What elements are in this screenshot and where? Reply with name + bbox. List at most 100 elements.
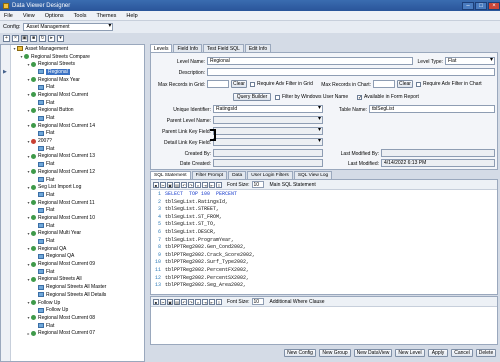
filter-user-checkbox[interactable]: Filter by Windows User Name bbox=[275, 94, 348, 100]
sql-code[interactable]: 1 SELECT TOP 100 PERCENT 2 tblSegList.Ratin… bbox=[151, 191, 497, 295]
menu-help[interactable]: Help bbox=[126, 13, 137, 19]
maximize-button[interactable]: □ bbox=[475, 1, 487, 10]
minimize-button[interactable]: – bbox=[462, 1, 474, 10]
tree-node[interactable]: ▾ Regional Streets bbox=[12, 60, 144, 68]
tree-node[interactable]: ▾ Regional Button bbox=[12, 107, 144, 115]
copy-icon[interactable]: ▣ bbox=[21, 35, 28, 42]
tree-node[interactable]: ▾ Regional Most Current 10 bbox=[12, 214, 144, 222]
tree-node[interactable]: Flat bbox=[12, 191, 144, 199]
font-size-select[interactable]: 10 bbox=[251, 298, 264, 305]
tree-node[interactable]: Flat bbox=[12, 237, 144, 245]
comment-icon[interactable]: ≡ bbox=[216, 181, 222, 188]
tree-node[interactable]: Flat bbox=[12, 322, 144, 330]
tree-node[interactable]: Follow Up bbox=[12, 306, 144, 314]
redo-icon[interactable]: ↷ bbox=[188, 298, 194, 305]
tree-node[interactable]: ▾ Regional Most Current 11 bbox=[12, 199, 144, 207]
unique-id-select[interactable]: RatingsId bbox=[213, 105, 323, 113]
tree-node[interactable]: ▾ Regional QA bbox=[12, 245, 144, 253]
close-button[interactable]: × bbox=[488, 1, 500, 10]
paste-icon[interactable]: ▤ bbox=[174, 298, 180, 305]
tree-node[interactable]: Flat bbox=[12, 206, 144, 214]
tree-node[interactable]: ▾ Regional Most Current bbox=[12, 91, 144, 99]
new-group-button[interactable]: New Group bbox=[319, 349, 351, 357]
tree-node[interactable]: ▾ Regional Most Current 12 bbox=[12, 168, 144, 176]
new-config-button[interactable]: New Config bbox=[284, 349, 316, 357]
outdent-icon[interactable]: ⇤ bbox=[209, 298, 215, 305]
delete-button[interactable]: Delete bbox=[476, 349, 496, 357]
tree-node[interactable]: Flat bbox=[12, 176, 144, 184]
tab-test-field-sql[interactable]: Test Field SQL bbox=[203, 44, 244, 52]
collapse-icon[interactable]: ▾ bbox=[57, 35, 64, 42]
menu-themes[interactable]: Themes bbox=[97, 13, 117, 19]
tab-filter-prompt[interactable]: Filter Prompt bbox=[191, 171, 228, 179]
tree-node[interactable]: Flat bbox=[12, 160, 144, 168]
tree-node[interactable]: ▾ Regional Streets All bbox=[12, 276, 144, 284]
tree-node[interactable]: Flat bbox=[12, 114, 144, 122]
tab-edit-info[interactable]: Edit Info bbox=[244, 44, 272, 52]
require-filter-chart-checkbox[interactable]: Require Adv Filter in Chart bbox=[416, 81, 482, 87]
menu-file[interactable]: File bbox=[4, 13, 13, 19]
tab-levels[interactable]: Levels bbox=[150, 44, 173, 52]
menu-tools[interactable]: Tools bbox=[74, 13, 87, 19]
new-dataview-button[interactable]: New DataView bbox=[354, 349, 392, 357]
apply-button[interactable]: Apply bbox=[428, 349, 448, 357]
parent-level-select[interactable] bbox=[213, 116, 323, 124]
detail-link-select[interactable] bbox=[213, 138, 323, 146]
max-chart-input[interactable] bbox=[373, 80, 395, 88]
tree-node[interactable]: ▾ Follow Up bbox=[12, 299, 144, 307]
tab-field-info[interactable]: Field Info bbox=[173, 44, 203, 52]
cancel-button[interactable]: Cancel bbox=[451, 349, 473, 357]
undo-icon[interactable]: ↶ bbox=[181, 181, 187, 188]
save-icon[interactable]: ■ bbox=[153, 298, 159, 305]
tree-node[interactable]: ▾ Regional Most Current 09 bbox=[12, 260, 144, 268]
tab-sql-statement[interactable]: SQL Statement bbox=[150, 171, 191, 179]
tree-node[interactable]: Flat bbox=[12, 83, 144, 91]
tree-node[interactable]: Regional Streets All Master bbox=[12, 283, 144, 291]
tree-node[interactable]: ▾ Regional Multi Year bbox=[12, 230, 144, 238]
description-input[interactable] bbox=[207, 68, 495, 76]
clear-chart-button[interactable]: Clear bbox=[397, 80, 413, 88]
refresh-icon[interactable]: ↻ bbox=[39, 35, 46, 42]
paste-icon[interactable]: ▤ bbox=[174, 181, 180, 188]
indent-icon[interactable]: ⇥ bbox=[202, 181, 208, 188]
tree-node[interactable]: Flat bbox=[12, 99, 144, 107]
tree-node[interactable]: ▾ Regional Most Current 13 bbox=[12, 153, 144, 161]
tree-node[interactable]: Flat bbox=[12, 222, 144, 230]
parent-link-select[interactable] bbox=[213, 127, 323, 135]
outdent-icon[interactable]: ⇤ bbox=[209, 181, 215, 188]
tree-node[interactable]: Regional QA bbox=[12, 253, 144, 261]
tree-node[interactable]: Flat bbox=[12, 268, 144, 276]
delete-icon[interactable]: × bbox=[12, 35, 19, 42]
save-icon[interactable]: ■ bbox=[153, 181, 159, 188]
tree-node[interactable]: Flat bbox=[12, 130, 144, 138]
tree-node[interactable]: ▾ Regional Most Current 08 bbox=[12, 314, 144, 322]
new-level-button[interactable]: New Level bbox=[395, 349, 425, 357]
font-size-select[interactable]: 10 bbox=[251, 181, 264, 188]
menu-view[interactable]: View bbox=[23, 13, 35, 19]
tree-node[interactable]: Regional Streets All Details bbox=[12, 291, 144, 299]
find-icon[interactable]: ⌕ bbox=[195, 181, 201, 188]
undo-icon[interactable]: ↶ bbox=[181, 298, 187, 305]
level-name-input[interactable]: Regional bbox=[207, 57, 413, 65]
comment-icon[interactable]: ≡ bbox=[216, 298, 222, 305]
form-report-checkbox[interactable]: ✓ Available in Form Report bbox=[357, 94, 419, 100]
tab-user-login-filters[interactable]: User Login Filters bbox=[247, 171, 293, 179]
indent-icon[interactable]: ⇥ bbox=[202, 298, 208, 305]
save-icon[interactable]: ■ bbox=[30, 35, 37, 42]
clear-grid-button[interactable]: Clear bbox=[231, 80, 247, 88]
require-filter-grid-checkbox[interactable]: Require Adv Filter in Grid bbox=[250, 81, 313, 87]
level-type-select[interactable]: Flat bbox=[445, 57, 495, 65]
tree-node[interactable]: ▾ Seg List Import Log bbox=[12, 183, 144, 191]
tree-node[interactable]: ▾ Regional Most Current 14 bbox=[12, 122, 144, 130]
cut-icon[interactable]: ✂ bbox=[160, 181, 166, 188]
query-builder-button[interactable]: Query Builder bbox=[233, 93, 271, 101]
menu-options[interactable]: Options bbox=[45, 13, 64, 19]
tab-sql-view-log[interactable]: SQL View Log bbox=[293, 171, 333, 179]
max-grid-input[interactable] bbox=[207, 80, 229, 88]
tab-data[interactable]: Data bbox=[228, 171, 247, 179]
tree-node[interactable]: ▾ Asset Management bbox=[12, 45, 144, 53]
copy-icon[interactable]: ▣ bbox=[167, 181, 173, 188]
tree-node[interactable]: Regional bbox=[12, 68, 144, 76]
copy-icon[interactable]: ▣ bbox=[167, 298, 173, 305]
tree-node[interactable]: ▾ Regional Streets Compare bbox=[12, 53, 144, 61]
